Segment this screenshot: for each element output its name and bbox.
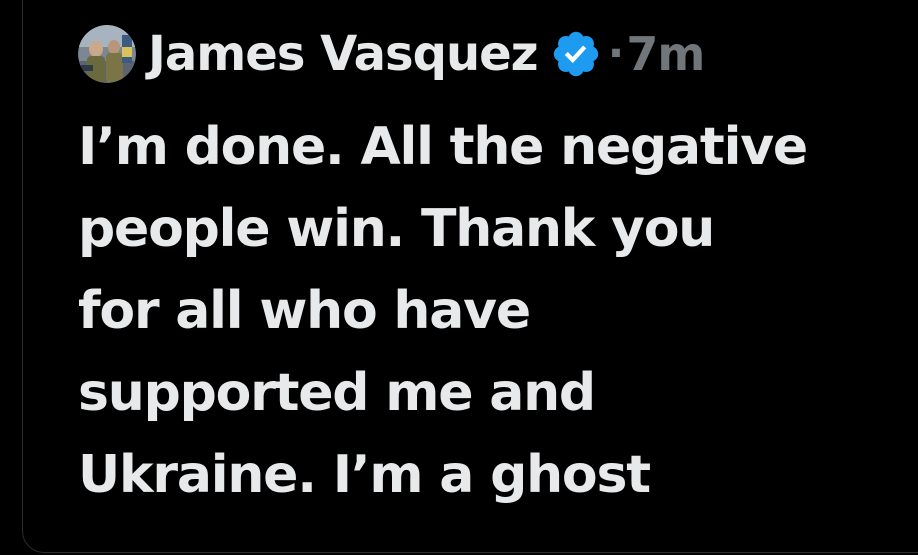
post-header: James Vasquez · 7m <box>78 22 705 86</box>
verified-badge-icon[interactable] <box>550 28 602 80</box>
meta-separator: · <box>607 28 625 79</box>
post-text-line: I’m done. All the negative <box>78 117 808 177</box>
profile-avatar[interactable] <box>78 25 136 83</box>
post-timestamp[interactable]: 7m <box>626 31 705 77</box>
post-text-line: people win. Thank you <box>78 199 715 259</box>
screenshot-canvas: James Vasquez · 7m I’m done. All the neg… <box>0 0 918 555</box>
post-text-line: Ukraine. I’m a ghost <box>78 445 651 505</box>
post-text-line: supported me and <box>78 363 596 423</box>
author-name[interactable]: James Vasquez <box>148 30 539 78</box>
post-text-line: for all who have <box>78 281 531 341</box>
post-text: I’m done. All the negative people win. T… <box>78 106 878 516</box>
avatar-photo-icon <box>78 25 136 83</box>
